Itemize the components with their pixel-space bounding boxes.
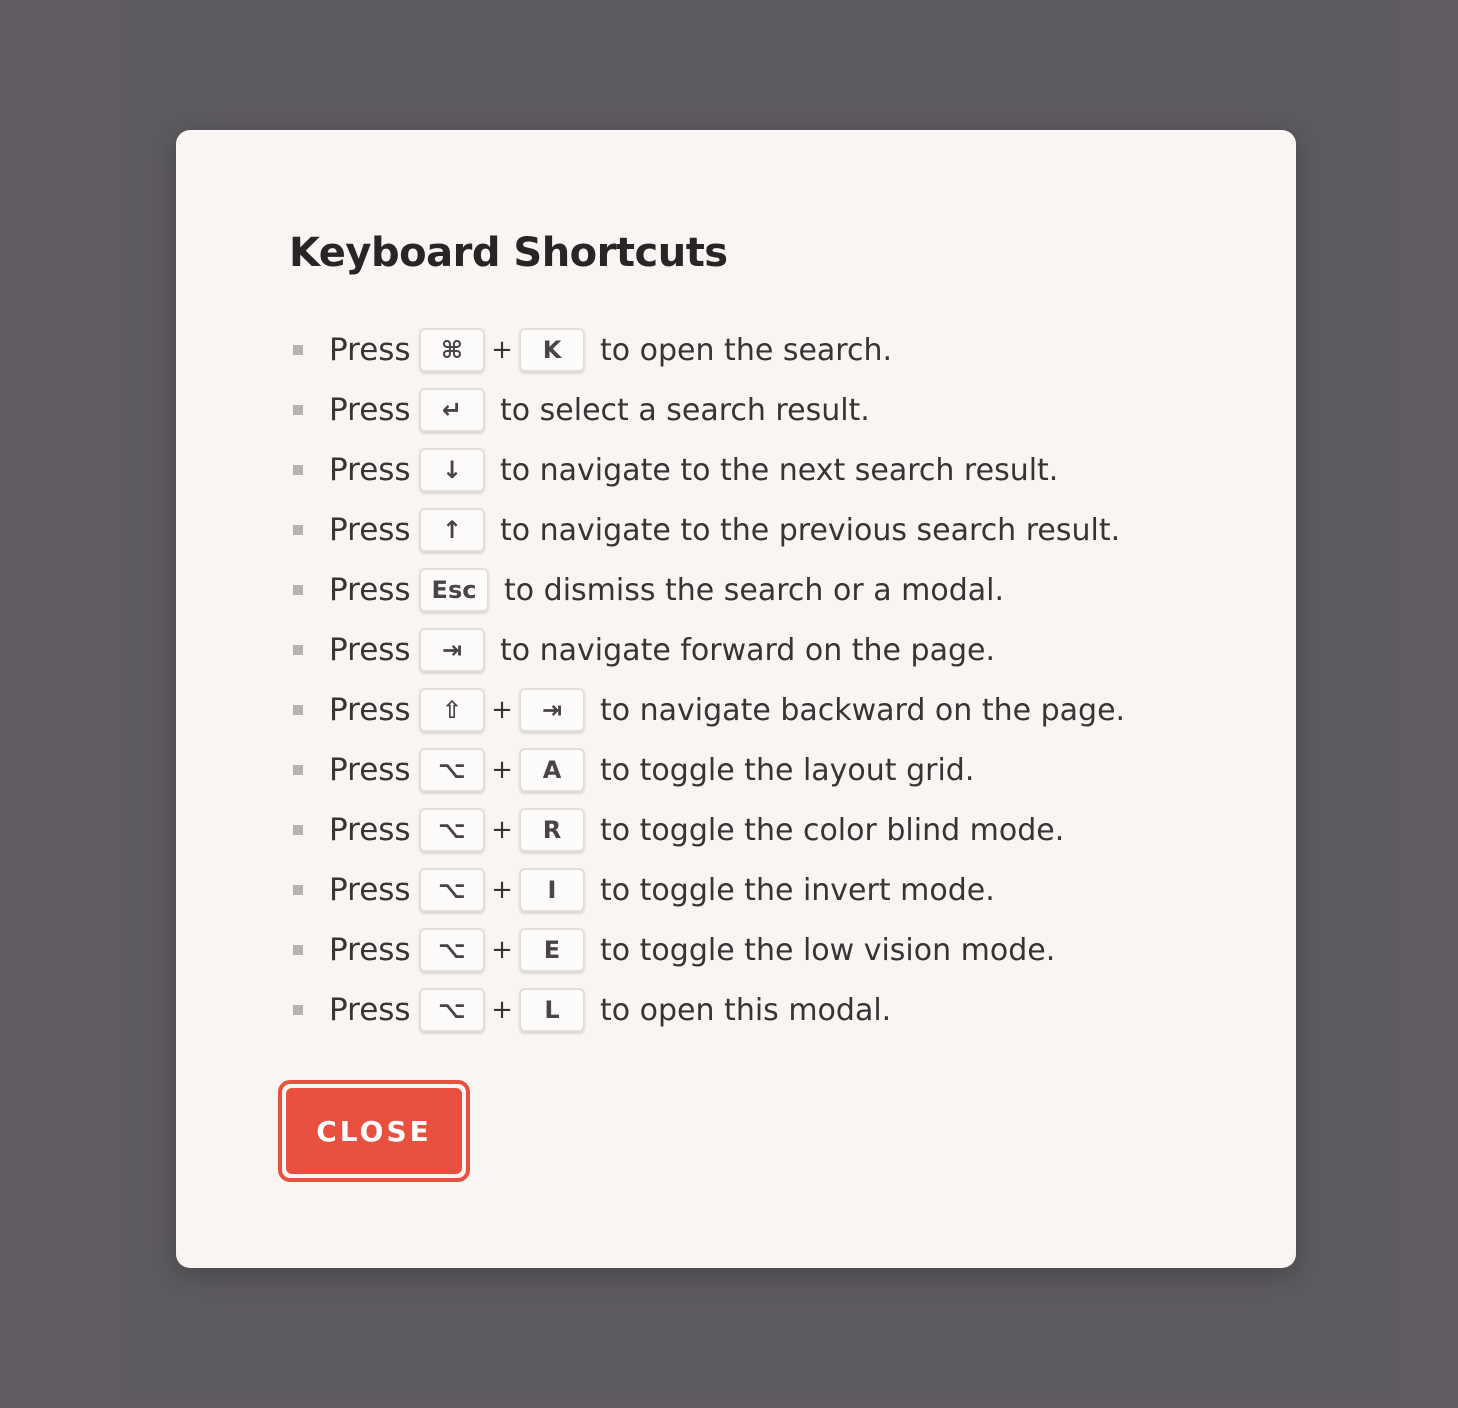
shortcut-description: to select a search result. (500, 392, 870, 428)
arrow-down-key: ↓ (419, 448, 485, 492)
option-key: ⌥ (419, 868, 485, 912)
press-label: Press (329, 932, 411, 968)
press-label: Press (329, 572, 411, 608)
plus-sign: + (491, 995, 513, 1025)
k-key: K (519, 328, 585, 372)
shortcut-description: to toggle the invert mode. (600, 872, 995, 908)
e-key: E (519, 928, 585, 972)
press-label: Press (329, 452, 411, 488)
plus-sign: + (491, 935, 513, 965)
tab-key: ⇥ (419, 628, 485, 672)
plus-sign: + (491, 755, 513, 785)
list-item: Press Esc to dismiss the search or a mod… (293, 560, 1125, 620)
list-item: Press ⌥ + I to toggle the invert mode. (293, 860, 1125, 920)
list-item: Press ⌘ + K to open the search. (293, 320, 1125, 380)
press-label: Press (329, 752, 411, 788)
shortcut-description: to navigate to the next search result. (500, 452, 1059, 488)
a-key: A (519, 748, 585, 792)
bullet-icon (293, 765, 303, 775)
arrow-up-key: ↑ (419, 508, 485, 552)
bullet-icon (293, 825, 303, 835)
press-label: Press (329, 512, 411, 548)
i-key: I (519, 868, 585, 912)
list-item: Press ↵ to select a search result. (293, 380, 1125, 440)
shortcut-list: Press ⌘ + K to open the search. Press ↵ … (293, 320, 1125, 1040)
list-item: Press ⇧ + ⇥ to navigate backward on the … (293, 680, 1125, 740)
press-label: Press (329, 992, 411, 1028)
list-item: Press ↓ to navigate to the next search r… (293, 440, 1125, 500)
option-key: ⌥ (419, 748, 485, 792)
press-label: Press (329, 332, 411, 368)
plus-sign: + (491, 335, 513, 365)
shortcut-description: to toggle the color blind mode. (600, 812, 1065, 848)
close-button[interactable]: CLOSE (278, 1080, 470, 1182)
l-key: L (519, 988, 585, 1032)
plus-sign: + (491, 695, 513, 725)
escape-key: Esc (419, 568, 489, 612)
list-item: Press ↑ to navigate to the previous sear… (293, 500, 1125, 560)
shortcut-description: to navigate to the previous search resul… (500, 512, 1121, 548)
bullet-icon (293, 345, 303, 355)
option-key: ⌥ (419, 808, 485, 852)
bullet-icon (293, 705, 303, 715)
keyboard-shortcuts-modal: Keyboard Shortcuts Press ⌘ + K to open t… (176, 130, 1296, 1268)
return-key: ↵ (419, 388, 485, 432)
shortcut-description: to dismiss the search or a modal. (504, 572, 1004, 608)
bullet-icon (293, 645, 303, 655)
list-item: Press ⇥ to navigate forward on the page. (293, 620, 1125, 680)
press-label: Press (329, 692, 411, 728)
shortcut-description: to open the search. (600, 332, 893, 368)
list-item: Press ⌥ + L to open this modal. (293, 980, 1125, 1040)
list-item: Press ⌥ + E to toggle the low vision mod… (293, 920, 1125, 980)
bullet-icon (293, 465, 303, 475)
command-key: ⌘ (419, 328, 485, 372)
list-item: Press ⌥ + A to toggle the layout grid. (293, 740, 1125, 800)
shortcut-description: to open this modal. (600, 992, 892, 1028)
press-label: Press (329, 872, 411, 908)
close-button-label: CLOSE (286, 1088, 462, 1174)
bullet-icon (293, 525, 303, 535)
tab-key: ⇥ (519, 688, 585, 732)
bullet-icon (293, 885, 303, 895)
bullet-icon (293, 1005, 303, 1015)
shortcut-description: to toggle the low vision mode. (600, 932, 1056, 968)
bullet-icon (293, 585, 303, 595)
shortcut-description: to toggle the layout grid. (600, 752, 975, 788)
press-label: Press (329, 812, 411, 848)
modal-title: Keyboard Shortcuts (289, 230, 728, 276)
option-key: ⌥ (419, 928, 485, 972)
shortcut-description: to navigate forward on the page. (500, 632, 996, 668)
bullet-icon (293, 405, 303, 415)
shift-key: ⇧ (419, 688, 485, 732)
r-key: R (519, 808, 585, 852)
shortcut-description: to navigate backward on the page. (600, 692, 1126, 728)
list-item: Press ⌥ + R to toggle the color blind mo… (293, 800, 1125, 860)
press-label: Press (329, 632, 411, 668)
bullet-icon (293, 945, 303, 955)
option-key: ⌥ (419, 988, 485, 1032)
plus-sign: + (491, 875, 513, 905)
press-label: Press (329, 392, 411, 428)
plus-sign: + (491, 815, 513, 845)
